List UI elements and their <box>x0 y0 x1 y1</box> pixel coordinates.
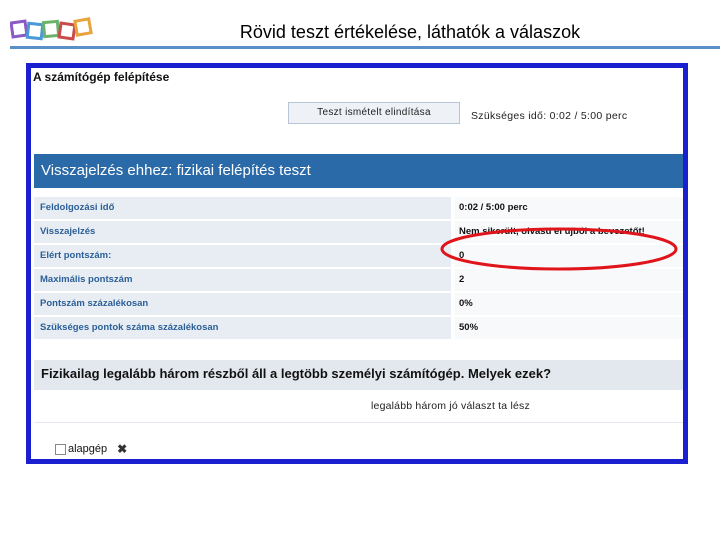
restart-test-button[interactable]: Teszt ismételt elindítása <box>288 102 460 124</box>
row-value: 0:02 / 5:00 perc <box>455 197 683 221</box>
table-row: Feldolgozási idő 0:02 / 5:00 perc <box>34 197 683 221</box>
row-label: Visszajelzés <box>34 221 451 245</box>
row-value: 2 <box>455 269 683 293</box>
time-indicator: Szükséges idő: 0:02 / 5:00 perc <box>471 110 628 122</box>
row-label: Pontszám százalékosan <box>34 293 451 317</box>
title-divider <box>10 46 720 49</box>
divider <box>34 422 683 423</box>
row-value: Nem sikerült, olvasd el újból a bevezető… <box>455 221 683 245</box>
table-row: Pontszám százalékosan 0% <box>34 293 683 317</box>
row-value: 0% <box>455 293 683 317</box>
table-row: Szükséges pontok száma százalékosan 50% <box>34 317 683 341</box>
section-title: A számítógép felépítése <box>33 70 170 84</box>
question-text: Fizikailag legalább három részből áll a … <box>34 360 683 390</box>
logo <box>10 17 93 41</box>
screenshot-frame: A számítógép felépítése Teszt ismételt e… <box>26 63 688 464</box>
slide-title: Rövid teszt értékelése, láthatók a válas… <box>239 22 581 42</box>
feedback-table: Feldolgozási idő 0:02 / 5:00 perc Vissza… <box>34 197 683 341</box>
row-label: Szükséges pontok száma százalékosan <box>34 317 451 341</box>
table-row: Visszajelzés Nem sikerült, olvasd el újb… <box>34 221 683 245</box>
x-mark-icon: ✖ <box>117 442 128 456</box>
feedback-header: Visszajelzés ehhez: fizikai felépítés te… <box>34 154 683 188</box>
row-label: Elért pontszám: <box>34 245 451 269</box>
row-label: Maximális pontszám <box>34 269 451 293</box>
row-value: 0 <box>455 245 683 269</box>
question-hint: legalább három jó választ ta lész <box>371 400 530 412</box>
answer-checkbox[interactable] <box>55 443 66 455</box>
row-label: Feldolgozási idő <box>34 197 451 221</box>
answer-label: alapgép <box>68 443 108 455</box>
table-row: Maximális pontszám 2 <box>34 269 683 293</box>
answer-option[interactable]: alapgép ✖ <box>55 442 127 456</box>
quiz-screen: A számítógép felépítése Teszt ismételt e… <box>31 68 683 459</box>
row-value: 50% <box>455 317 683 341</box>
table-row: Elért pontszám: 0 <box>34 245 683 269</box>
